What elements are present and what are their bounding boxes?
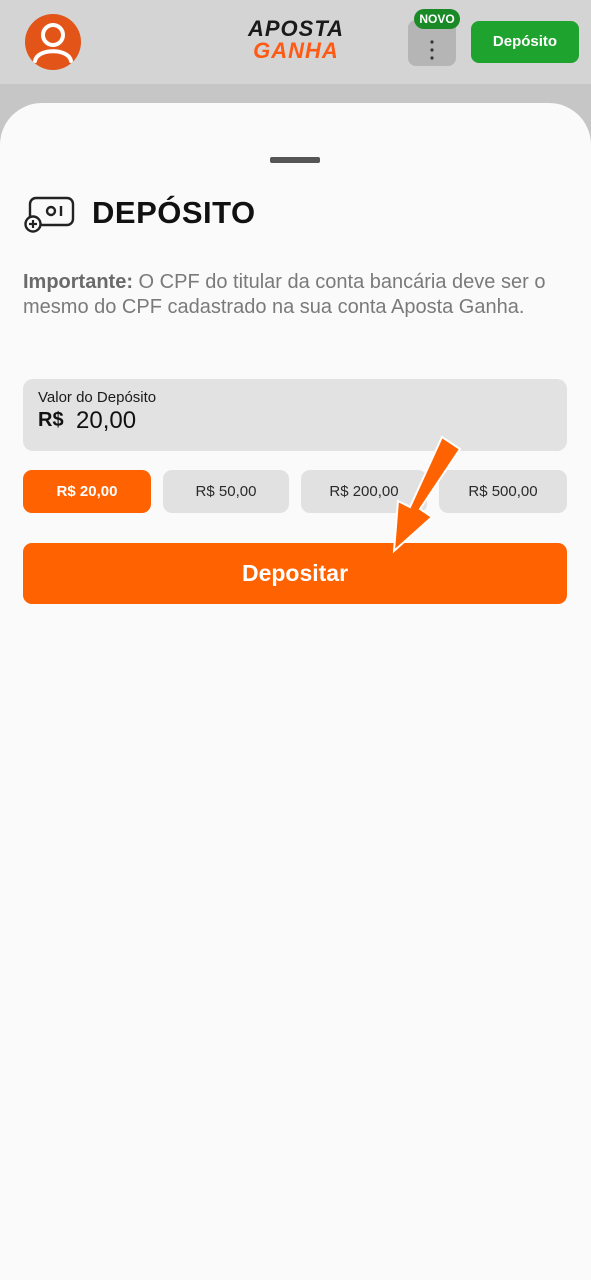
logo-line2: GANHA (253, 38, 339, 63)
top-bar: APOSTA GANHA NOVO Depósito (0, 0, 591, 84)
user-icon[interactable] (25, 14, 81, 70)
page-title: DEPÓSITO (92, 195, 256, 230)
amount-label: Valor do Depósito (38, 389, 157, 406)
deposit-sheet: DEPÓSITO Importante: O CPF do titular da… (0, 103, 591, 1280)
pointer-arrow-icon (392, 435, 462, 554)
amount-currency: R$ (38, 409, 64, 431)
brand-logo[interactable]: APOSTA GANHA (236, 18, 356, 66)
gamepad-icon (24, 195, 76, 233)
new-badge: NOVO (414, 9, 460, 29)
cpf-notice: Importante: O CPF do titular da conta ba… (23, 270, 568, 320)
sheet-drag-handle[interactable] (270, 157, 320, 163)
deposit-submit-button[interactable]: Depositar (23, 543, 567, 604)
more-vertical-icon (408, 28, 456, 68)
notice-label: Importante: (23, 271, 133, 293)
quick-amount-50[interactable]: R$ 50,00 (163, 470, 289, 513)
logo-line1: APOSTA (247, 16, 345, 41)
quick-amount-20[interactable]: R$ 20,00 (23, 470, 151, 513)
header-deposit-button[interactable]: Depósito (471, 21, 579, 63)
deposit-amount-field[interactable]: Valor do Depósito R$ (23, 379, 567, 451)
amount-input[interactable] (76, 407, 376, 435)
